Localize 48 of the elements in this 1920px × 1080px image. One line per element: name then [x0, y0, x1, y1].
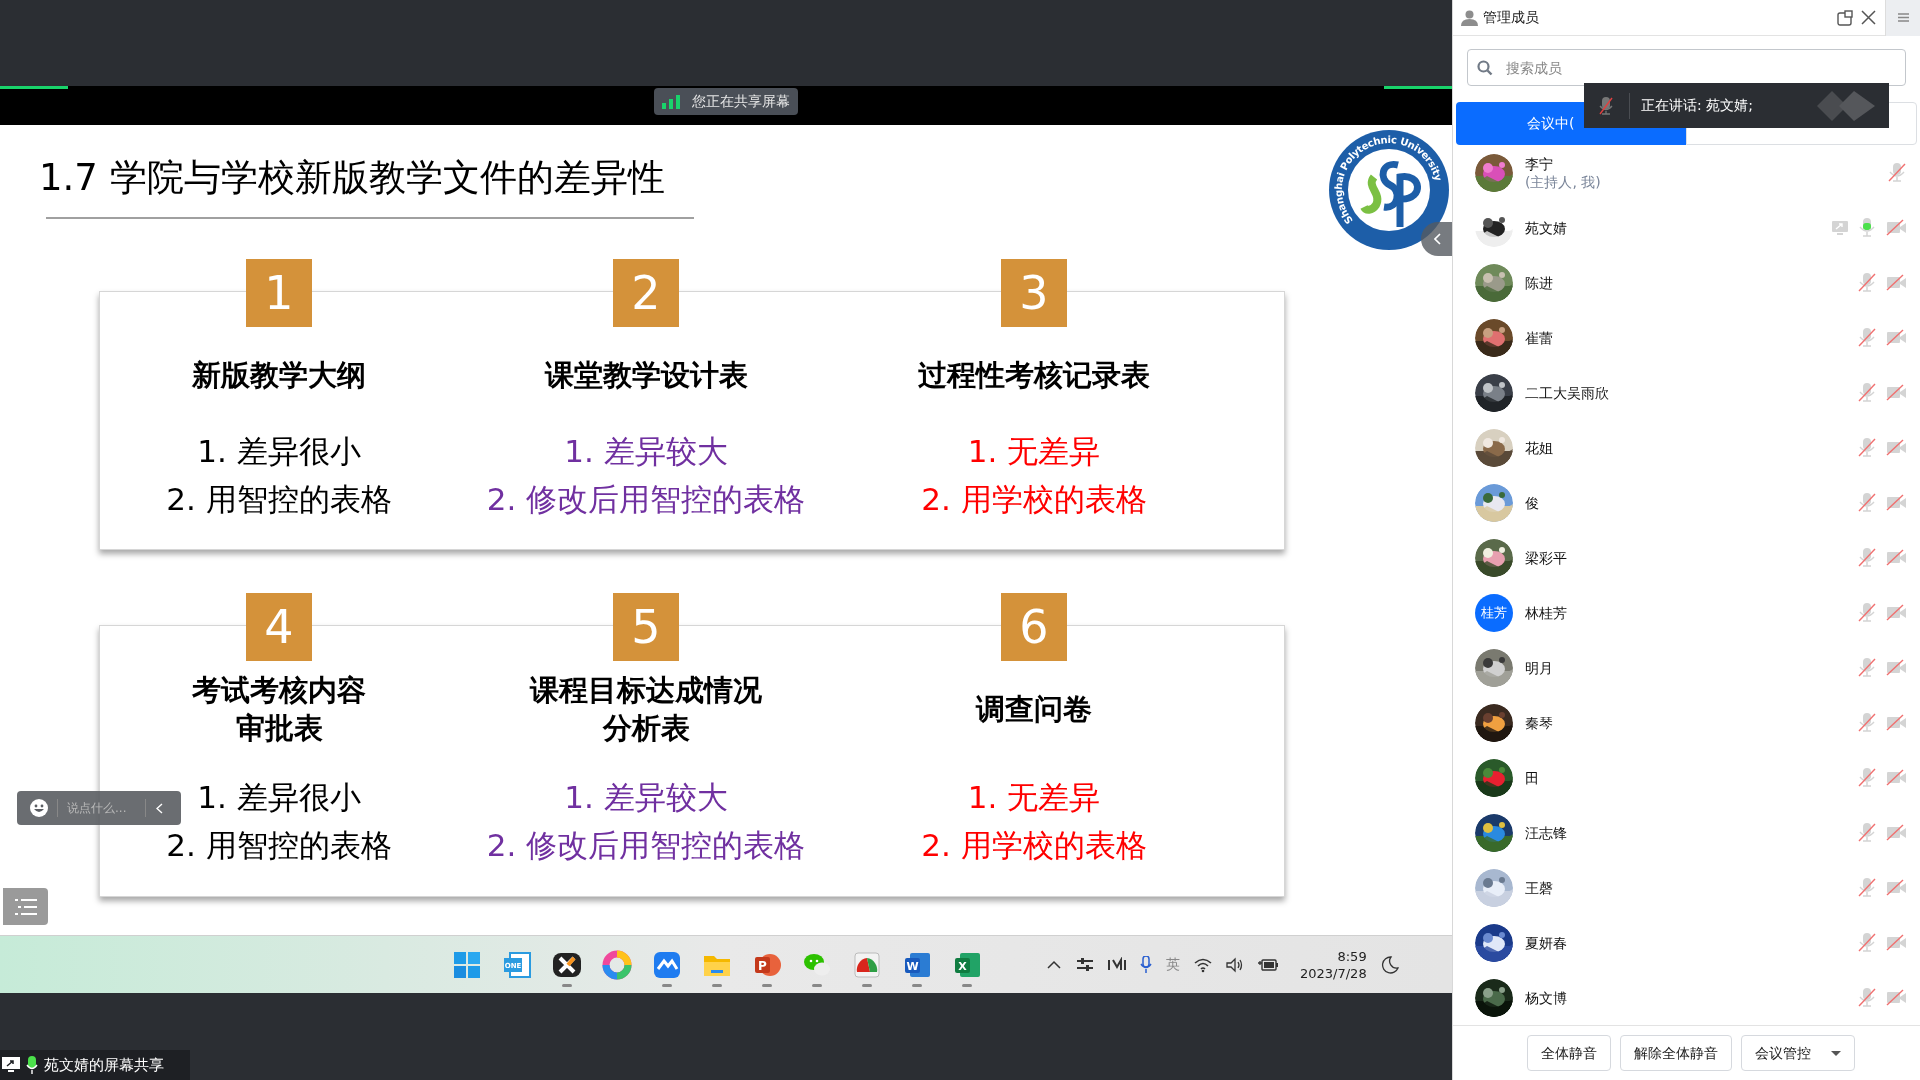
- panel-title: 管理成员: [1483, 8, 1539, 27]
- member-name: 崔蕾: [1525, 328, 1553, 347]
- card-point: 2. 用智控的表格: [166, 480, 392, 519]
- card-point: 2. 用学校的表格: [921, 480, 1147, 519]
- member-name: 明月: [1525, 658, 1553, 677]
- member-name: 田: [1525, 768, 1539, 787]
- card-point: 1. 差异较大: [564, 432, 728, 471]
- member-name: 俊: [1525, 493, 1539, 512]
- card-point: 2. 用学校的表格: [921, 826, 1147, 865]
- number-badge: 6: [1001, 593, 1067, 661]
- card-point: 1. 差异很小: [197, 778, 361, 817]
- member-name: 花姐: [1525, 438, 1553, 457]
- member-name: 陈进: [1525, 273, 1553, 292]
- card-heading: 新版教学大纲: [192, 357, 366, 394]
- card-point: 1. 无差异: [967, 432, 1101, 471]
- card-point: 1. 无差异: [967, 778, 1101, 817]
- member-name: 李宁: [1525, 154, 1554, 173]
- card-point: 2. 用智控的表格: [166, 826, 392, 865]
- card-point: 1. 差异很小: [197, 432, 361, 471]
- card-point: 1. 差异较大: [564, 778, 728, 817]
- card-point: 2. 修改后用智控的表格: [486, 480, 806, 519]
- share-label: 苑文婧的屏幕共享: [44, 1054, 164, 1076]
- member-name: 梁彩平: [1525, 548, 1567, 567]
- card-heading: 调查问卷: [976, 691, 1092, 728]
- member-role: (主持人, 我): [1525, 172, 1601, 191]
- card-heading: 过程性考核记录表: [918, 357, 1150, 394]
- card-heading: 考试考核内容: [192, 672, 366, 709]
- card-point: 2. 修改后用智控的表格: [486, 826, 806, 865]
- member-name: 二工大吴雨欣: [1525, 383, 1609, 402]
- member-name: 秦琴: [1525, 713, 1553, 732]
- number-badge: 4: [246, 593, 312, 661]
- member-name: 汪志锋: [1525, 823, 1567, 842]
- card-heading: 审批表: [235, 710, 323, 747]
- member-name: 王磬: [1525, 878, 1553, 897]
- card-heading: 分析表: [602, 710, 690, 747]
- member-name: 苑文婧: [1525, 218, 1567, 237]
- member-name: 林桂芳: [1525, 603, 1567, 622]
- number-badge: 1: [246, 259, 312, 327]
- slide-title: 1.7 学院与学校新版教学文件的差异性: [39, 155, 665, 201]
- number-badge: 2: [613, 259, 679, 327]
- member-name: 杨文博: [1525, 988, 1567, 1007]
- member-name: 夏妍春: [1525, 933, 1567, 952]
- sharing-status-text: 您正在共享屏幕: [692, 92, 790, 111]
- number-badge: 3: [1001, 259, 1067, 327]
- avatar: 桂芳: [1475, 593, 1513, 632]
- card-heading: 课堂教学设计表: [544, 357, 748, 394]
- number-badge: 5: [613, 593, 679, 661]
- card-heading: 课程目标达成情况: [530, 672, 762, 709]
